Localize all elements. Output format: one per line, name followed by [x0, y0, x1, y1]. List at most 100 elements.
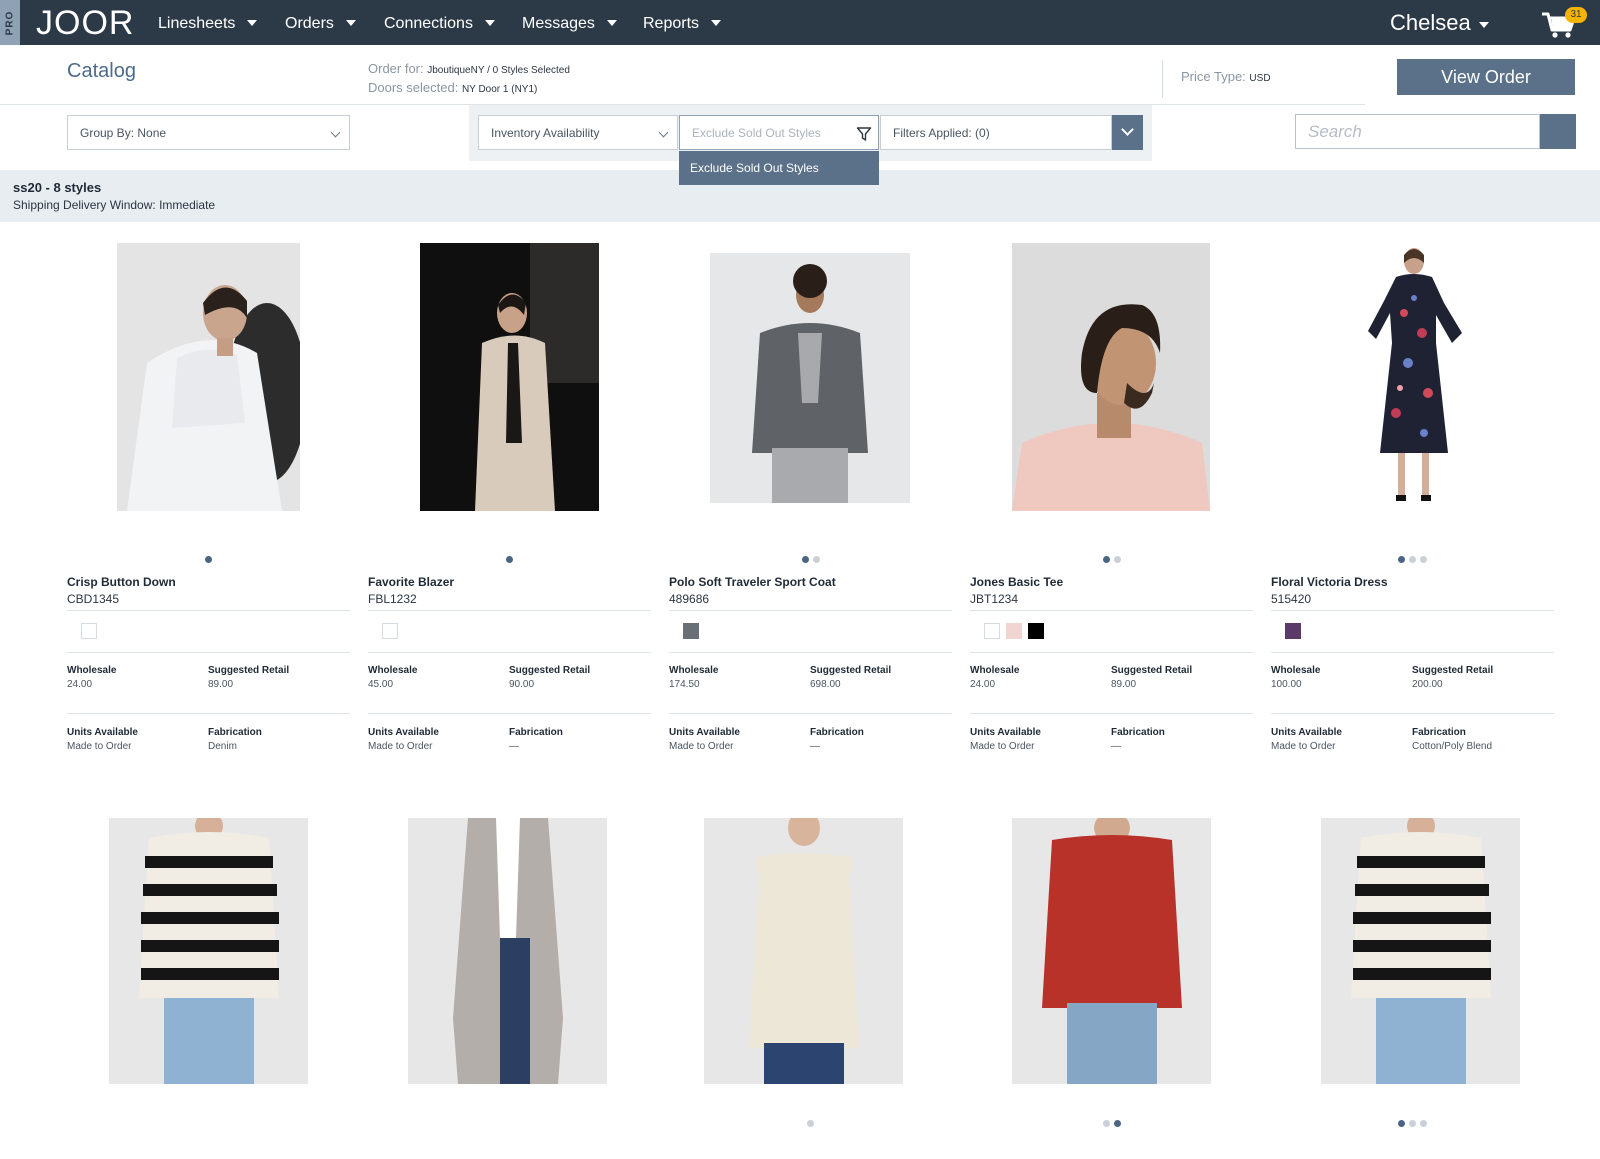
color-swatch[interactable] — [1028, 623, 1044, 639]
fabrication-label: Fabrication — [1412, 727, 1466, 738]
exclude-sold-out-select[interactable]: Exclude Sold Out Styles — [679, 115, 879, 150]
suggested-retail-label: Suggested Retail — [810, 665, 892, 676]
product-card[interactable] — [669, 818, 952, 1138]
caret-down-icon — [711, 20, 722, 26]
color-swatch[interactable] — [1006, 623, 1022, 639]
product-image[interactable] — [1321, 818, 1520, 1084]
pro-badge: PRO — [0, 0, 20, 45]
units-available-value: Made to Order — [669, 741, 734, 752]
suggested-retail-price: 90.00 — [509, 679, 535, 690]
joor-logo[interactable]: JOOR — [36, 2, 134, 44]
pagination-dot[interactable] — [1398, 1120, 1405, 1127]
fabrication-value: — — [509, 741, 519, 752]
pagination-dot[interactable] — [1113, 1120, 1121, 1127]
divider — [970, 713, 1253, 714]
image-pagination — [1271, 1114, 1554, 1127]
pagination-dot[interactable] — [812, 556, 820, 563]
caret-down-icon — [247, 20, 258, 26]
product-code: FBL1232 — [368, 592, 417, 606]
user-menu[interactable]: Chelsea — [1390, 0, 1489, 45]
product-name[interactable]: Favorite Blazer — [368, 575, 454, 589]
product-card[interactable]: Jones Basic Tee JBT1234 Wholesale 24.00 … — [970, 243, 1253, 763]
divider — [368, 610, 651, 611]
wholesale-label: Wholesale — [67, 665, 117, 676]
product-card[interactable] — [1271, 818, 1554, 1138]
product-image[interactable] — [1012, 818, 1211, 1084]
wholesale-price: 174.50 — [669, 679, 700, 690]
color-swatch[interactable] — [984, 623, 1000, 639]
chevron-down-icon — [330, 127, 341, 138]
divider — [970, 610, 1253, 611]
wholesale-price: 24.00 — [67, 679, 93, 690]
wholesale-label: Wholesale — [368, 665, 418, 676]
product-name[interactable]: Crisp Button Down — [67, 575, 176, 589]
product-image[interactable] — [109, 818, 308, 1084]
nav-messages[interactable]: Messages — [522, 0, 617, 45]
color-swatch[interactable] — [382, 623, 398, 639]
search-button[interactable] — [1540, 114, 1576, 149]
search-input[interactable] — [1295, 114, 1540, 149]
product-card[interactable]: Favorite Blazer FBL1232 Wholesale 45.00 … — [368, 243, 651, 763]
product-card[interactable]: Polo Soft Traveler Sport Coat 489686 Who… — [669, 243, 952, 763]
pagination-dot[interactable] — [506, 556, 513, 563]
caret-down-icon — [345, 20, 356, 26]
image-pagination — [669, 1114, 952, 1127]
group-by-select[interactable]: Group By: None — [67, 115, 350, 150]
product-image[interactable] — [1324, 243, 1500, 511]
product-card[interactable]: Crisp Button Down CBD1345 Wholesale 24.0… — [67, 243, 350, 763]
units-available-label: Units Available — [67, 727, 138, 738]
nav-linesheets[interactable]: Linesheets — [158, 0, 258, 45]
chevron-down-icon — [1121, 123, 1134, 136]
wholesale-price: 100.00 — [1271, 679, 1302, 690]
pagination-dot[interactable] — [205, 556, 212, 563]
pagination-dot[interactable] — [1420, 556, 1427, 563]
pagination-dot[interactable] — [807, 1120, 814, 1127]
product-image[interactable] — [704, 818, 903, 1084]
product-name[interactable]: Polo Soft Traveler Sport Coat — [669, 575, 836, 589]
product-card[interactable] — [970, 818, 1253, 1138]
suggested-retail-price: 698.00 — [810, 679, 841, 690]
pagination-dot[interactable] — [1409, 1120, 1416, 1127]
pagination-dot[interactable] — [801, 556, 809, 563]
caret-down-icon — [606, 20, 617, 26]
pagination-dot[interactable] — [1409, 556, 1416, 563]
color-swatch[interactable] — [1285, 623, 1301, 639]
inventory-availability-select[interactable]: Inventory Availability — [478, 115, 678, 150]
view-order-button[interactable]: View Order — [1397, 59, 1575, 95]
product-name[interactable]: Jones Basic Tee — [970, 575, 1063, 589]
product-image[interactable] — [117, 243, 300, 511]
pagination-dot[interactable] — [1102, 556, 1110, 563]
wholesale-label: Wholesale — [1271, 665, 1321, 676]
pagination-dot[interactable] — [1420, 1120, 1427, 1127]
pagination-dot[interactable] — [1113, 556, 1121, 563]
product-code: 489686 — [669, 592, 710, 606]
product-card[interactable] — [67, 818, 350, 1138]
units-available-value: Made to Order — [1271, 741, 1336, 752]
nav-connections[interactable]: Connections — [384, 0, 495, 45]
filters-expand-button[interactable] — [1112, 115, 1143, 150]
product-name[interactable]: Floral Victoria Dress — [1271, 575, 1388, 589]
group-title: ss20 - 8 styles — [13, 180, 102, 195]
color-swatch[interactable] — [81, 623, 97, 639]
exclude-sold-out-option[interactable]: Exclude Sold Out Styles — [679, 151, 879, 185]
fabrication-value: Cotton/Poly Blend — [1412, 741, 1493, 752]
wholesale-label: Wholesale — [669, 665, 719, 676]
product-code: 515420 — [1271, 592, 1312, 606]
color-swatches — [382, 623, 404, 639]
color-swatch[interactable] — [683, 623, 699, 639]
caret-down-icon — [1478, 22, 1489, 28]
product-image[interactable] — [1012, 243, 1210, 511]
filters-applied-select[interactable]: Filters Applied: (0) — [880, 115, 1112, 150]
order-info: Order for: JboutiqueNY / 0 Styles Select… — [368, 61, 570, 95]
fabrication-value: — — [1111, 741, 1121, 752]
product-image[interactable] — [710, 253, 910, 503]
product-card[interactable]: Floral Victoria Dress 515420 Wholesale 1… — [1271, 243, 1554, 763]
product-image[interactable] — [408, 818, 607, 1084]
pagination-dot[interactable] — [1398, 556, 1405, 563]
nav-reports[interactable]: Reports — [643, 0, 722, 45]
divider — [1271, 610, 1554, 611]
product-image[interactable] — [420, 243, 599, 511]
pagination-dot[interactable] — [1102, 1120, 1110, 1127]
product-card[interactable] — [368, 818, 651, 1138]
nav-orders[interactable]: Orders — [285, 0, 356, 45]
